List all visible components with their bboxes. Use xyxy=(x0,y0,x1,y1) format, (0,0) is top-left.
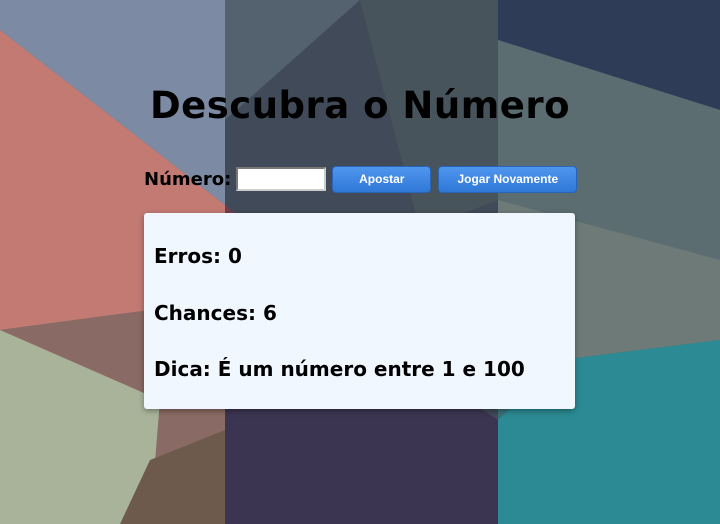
chances-stat: Chances: 6 xyxy=(154,301,277,325)
errors-label: Erros: xyxy=(154,244,222,268)
hint-stat: Dica: É um número entre 1 e 100 xyxy=(154,357,525,381)
game-container: Descubra o Número Número: Apostar Jogar … xyxy=(0,0,720,524)
guess-form: Número: Apostar Jogar Novamente xyxy=(144,165,578,193)
errors-value: 0 xyxy=(228,244,242,268)
chances-label: Chances: xyxy=(154,301,256,325)
chances-value: 6 xyxy=(262,301,277,325)
number-label: Número: xyxy=(144,168,232,190)
hint-label: Dica: xyxy=(154,357,211,381)
number-input[interactable] xyxy=(236,167,327,191)
play-again-button[interactable]: Jogar Novamente xyxy=(438,165,578,193)
status-panel: Erros: 0 Chances: 6 Dica: É um número en… xyxy=(144,213,575,409)
errors-stat: Erros: 0 xyxy=(154,244,242,268)
page-title: Descubra o Número xyxy=(149,84,571,127)
hint-value: É um número entre 1 e 100 xyxy=(217,357,525,381)
bet-button[interactable]: Apostar xyxy=(332,165,432,193)
